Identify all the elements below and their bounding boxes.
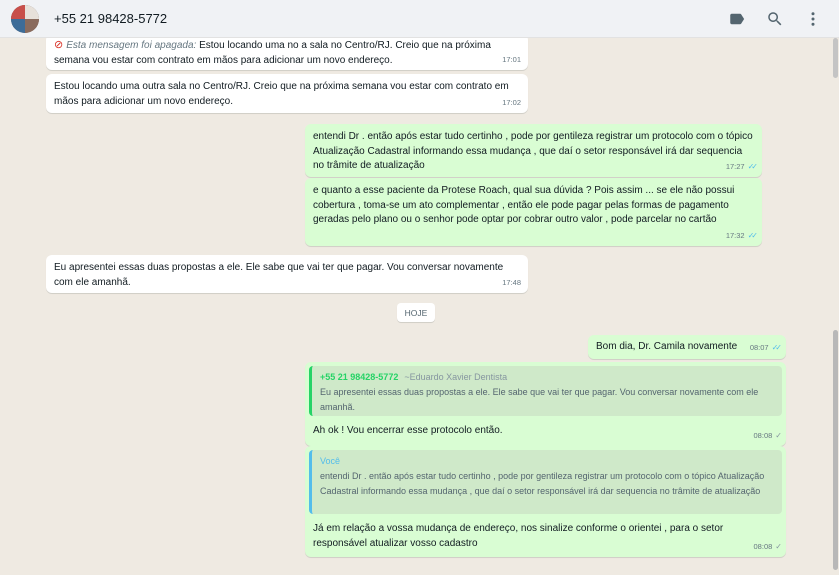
deleted-label: Esta mensagem foi apagada: bbox=[66, 40, 197, 51]
quoted-text: Eu apresentei essas duas propostas a ele… bbox=[320, 387, 759, 412]
outgoing-message[interactable]: e quanto a esse paciente da Protese Roac… bbox=[305, 178, 762, 246]
delivered-tick-icon: ✓ bbox=[775, 430, 781, 440]
delivered-tick-icon: ✓ bbox=[775, 541, 781, 551]
menu-icon[interactable] bbox=[801, 7, 825, 31]
read-ticks-icon: ✓✓ bbox=[747, 230, 759, 240]
message-time: 17:01 bbox=[502, 54, 521, 64]
outgoing-reply-message[interactable]: +55 21 98428-5772 ~Eduardo Xavier Dentist… bbox=[305, 362, 786, 446]
message-text: entendi Dr . então após estar tudo certi… bbox=[313, 131, 753, 171]
read-ticks-icon: ✓✓ bbox=[771, 342, 783, 352]
outgoing-message[interactable]: Bom dia, Dr. Camila novamente 08:07 ✓✓ bbox=[588, 335, 786, 359]
quoted-author: +55 21 98428-5772 bbox=[320, 372, 399, 382]
message-text: Bom dia, Dr. Camila novamente bbox=[596, 341, 738, 352]
search-icon[interactable] bbox=[763, 7, 787, 31]
message-text: Ah ok ! Vou encerrar esse protocolo entã… bbox=[313, 425, 503, 436]
chat-header: +55 21 98428-5772 bbox=[0, 0, 839, 38]
quoted-author: Você bbox=[320, 456, 341, 466]
message-text: Estou locando uma outra sala no Centro/R… bbox=[54, 81, 509, 107]
message-text: Já em relação a vossa mudança de endereç… bbox=[313, 523, 724, 549]
message-time: 17:32 bbox=[725, 230, 745, 240]
message-meta: 08:07 ✓✓ bbox=[749, 341, 783, 356]
contact-avatar[interactable] bbox=[11, 4, 39, 33]
message-time: 08:08 bbox=[753, 541, 773, 551]
message-list[interactable]: ⊘ Esta mensagem foi apagada: Estou locand… bbox=[0, 38, 839, 575]
quoted-pushname: ~Eduardo Xavier Dentista bbox=[404, 372, 508, 382]
incoming-message[interactable]: Estou locando uma outra sala no Centro/R… bbox=[46, 74, 528, 113]
message-text: Eu apresentei essas duas propostas a ele… bbox=[54, 262, 504, 288]
message-meta: 17:32 ✓✓ bbox=[725, 229, 759, 244]
message-meta: 17:27 ✓✓ bbox=[725, 160, 759, 175]
message-text: e quanto a esse paciente da Protese Roac… bbox=[313, 185, 735, 225]
message-time: 17:27 bbox=[725, 161, 745, 171]
message-time: 08:07 bbox=[749, 342, 769, 352]
scrollbar-thumb[interactable] bbox=[833, 330, 838, 570]
label-icon[interactable] bbox=[725, 7, 749, 31]
quoted-message[interactable]: +55 21 98428-5772 ~Eduardo Xavier Dentist… bbox=[309, 366, 782, 416]
quoted-message[interactable]: Você entendi Dr . então após estar tudo … bbox=[309, 450, 782, 514]
read-ticks-icon: ✓✓ bbox=[747, 161, 759, 171]
contact-name[interactable]: +55 21 98428-5772 bbox=[54, 11, 711, 26]
deleted-icon: ⊘ bbox=[54, 39, 64, 51]
message-meta: 08:08 ✓ bbox=[753, 540, 782, 555]
incoming-message[interactable]: Eu apresentei essas duas propostas a ele… bbox=[46, 255, 528, 293]
quoted-text: entendi Dr . então após estar tudo certi… bbox=[320, 471, 765, 496]
message-time: 17:48 bbox=[502, 277, 521, 287]
message-time: 17:02 bbox=[502, 97, 521, 107]
scrollbar-track-top bbox=[833, 38, 838, 78]
incoming-message[interactable]: ⊘ Esta mensagem foi apagada: Estou locand… bbox=[46, 38, 528, 70]
outgoing-message[interactable]: entendi Dr . então após estar tudo certi… bbox=[305, 124, 762, 177]
message-meta: 08:08 ✓ bbox=[753, 429, 782, 444]
outgoing-reply-message[interactable]: Você entendi Dr . então após estar tudo … bbox=[305, 446, 786, 557]
message-time: 08:08 bbox=[753, 430, 773, 440]
date-divider: HOJE bbox=[397, 303, 435, 322]
